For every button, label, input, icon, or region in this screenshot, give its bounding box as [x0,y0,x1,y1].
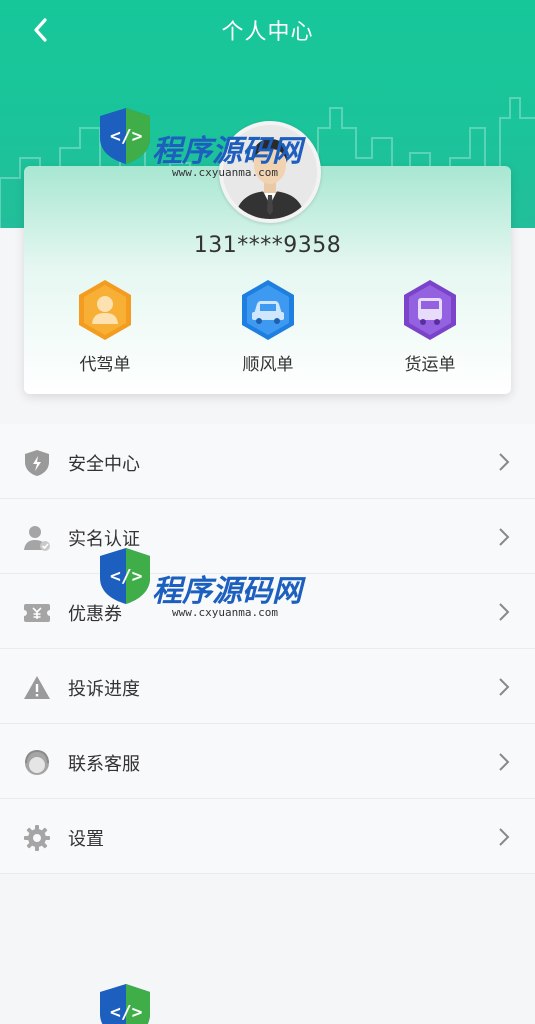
watermark: </> [96,980,154,1024]
menu-item-label: 设置 [68,829,104,850]
order-carpool-button[interactable]: 顺风单 [213,278,323,378]
chevron-right-icon [499,603,510,621]
menu-item-label: 安全中心 [68,454,140,475]
menu-item-verification[interactable]: 实名认证 [0,499,535,574]
menu-item-label: 实名认证 [68,529,140,550]
menu-item-label: 联系客服 [68,754,140,775]
chevron-right-icon [499,753,510,771]
menu-item-complaints[interactable]: 投诉进度 [0,649,535,724]
menu-item-customer-service[interactable]: 联系客服 [0,724,535,799]
order-label: 货运单 [404,355,456,375]
avatar[interactable] [219,121,321,223]
warning-icon [24,676,50,699]
truck-icon [404,280,456,340]
car-icon [242,280,294,340]
user-avatar-icon [223,125,317,219]
verified-user-icon [24,526,50,551]
gear-icon [24,825,50,851]
order-label: 代驾单 [79,355,131,375]
customer-service-icon [25,749,49,775]
menu-item-label: 投诉进度 [68,679,140,700]
shield-icon [25,450,49,476]
order-freight-button[interactable]: 货运单 [375,278,485,378]
chevron-right-icon [499,453,510,471]
phone-number: 131****9358 [193,233,342,258]
watermark-logo-icon: </> [100,984,150,1024]
order-label: 顺风单 [242,355,294,375]
settings-menu: 安全中心 实名认证 优惠券 投诉进度 联系客服 设置 [0,424,535,874]
chevron-right-icon [499,528,510,546]
svg-text:</>: </> [110,1002,143,1023]
menu-item-label: 优惠券 [68,604,122,625]
page-title: 个人中心 [221,20,314,45]
menu-item-security[interactable]: 安全中心 [0,424,535,499]
order-driver-button[interactable]: 代驾单 [50,278,160,378]
chevron-right-icon [499,678,510,696]
coupon-icon [22,604,52,622]
menu-item-coupons[interactable]: 优惠券 [0,574,535,649]
driver-icon [79,280,131,340]
chevron-right-icon [499,828,510,846]
menu-item-settings[interactable]: 设置 [0,799,535,874]
